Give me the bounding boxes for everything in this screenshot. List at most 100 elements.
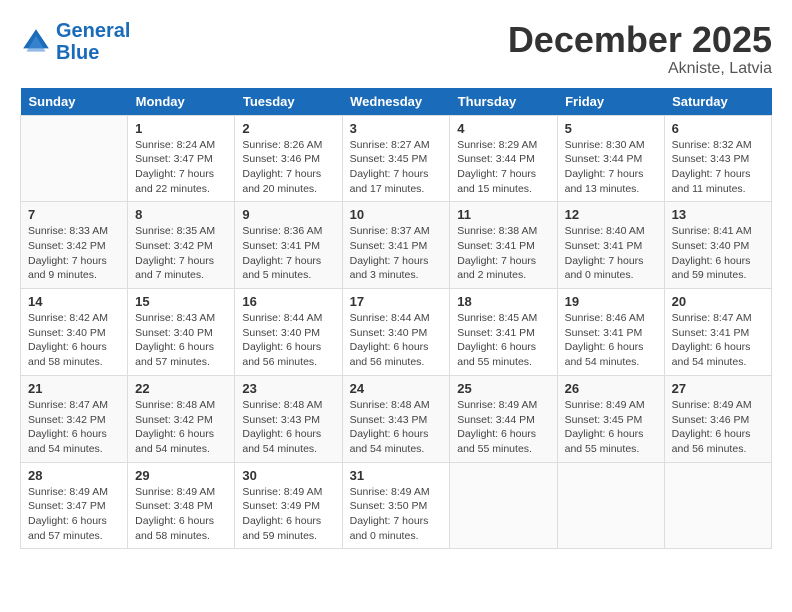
- calendar-cell: 4 Sunrise: 8:29 AMSunset: 3:44 PMDaylight…: [450, 115, 557, 202]
- day-info: Sunrise: 8:43 AMSunset: 3:40 PMDaylight:…: [135, 311, 227, 370]
- day-number: 14: [28, 294, 120, 309]
- day-number: 22: [135, 381, 227, 396]
- week-row-2: 7Sunrise: 8:33 AMSunset: 3:42 PMDaylight…: [21, 202, 772, 289]
- calendar-cell: 27 Sunrise: 8:49 AMSunset: 3:46 PMDayligh…: [664, 375, 771, 462]
- day-number: 16: [242, 294, 334, 309]
- day-info: Sunrise: 8:49 AMSunset: 3:48 PMDaylight:…: [135, 485, 227, 544]
- day-info: Sunrise: 8:29 AMSunset: 3:44 PMDaylight:…: [457, 138, 549, 197]
- day-number: 21: [28, 381, 120, 396]
- day-number: 28: [28, 468, 120, 483]
- day-number: 5: [565, 121, 657, 136]
- calendar-cell: 21 Sunrise: 8:47 AMSunset: 3:42 PMDayligh…: [21, 375, 128, 462]
- day-info: Sunrise: 8:35 AMSunset: 3:42 PMDaylight:…: [135, 224, 227, 283]
- day-info: Sunrise: 8:40 AMSunset: 3:41 PMDaylight:…: [565, 224, 657, 283]
- calendar-cell: 11Sunrise: 8:38 AMSunset: 3:41 PMDayligh…: [450, 202, 557, 289]
- day-info: Sunrise: 8:49 AMSunset: 3:47 PMDaylight:…: [28, 485, 120, 544]
- calendar-cell: 7Sunrise: 8:33 AMSunset: 3:42 PMDaylight…: [21, 202, 128, 289]
- page-header: General Blue December 2025 Akniste, Latv…: [20, 20, 772, 78]
- day-info: Sunrise: 8:27 AMSunset: 3:45 PMDaylight:…: [350, 138, 443, 197]
- day-number: 19: [565, 294, 657, 309]
- day-number: 12: [565, 207, 657, 222]
- calendar-cell: 5Sunrise: 8:30 AMSunset: 3:44 PMDaylight…: [557, 115, 664, 202]
- day-number: 30: [242, 468, 334, 483]
- day-number: 10: [350, 207, 443, 222]
- calendar-cell: 20 Sunrise: 8:47 AMSunset: 3:41 PMDayligh…: [664, 289, 771, 376]
- week-row-3: 14 Sunrise: 8:42 AMSunset: 3:40 PMDayligh…: [21, 289, 772, 376]
- day-info: Sunrise: 8:32 AMSunset: 3:43 PMDaylight:…: [672, 138, 764, 197]
- day-info: Sunrise: 8:48 AMSunset: 3:43 PMDaylight:…: [350, 398, 443, 457]
- calendar-cell: 31Sunrise: 8:49 AMSunset: 3:50 PMDayligh…: [342, 462, 450, 549]
- calendar-cell: [21, 115, 128, 202]
- calendar-cell: 17Sunrise: 8:44 AMSunset: 3:40 PMDayligh…: [342, 289, 450, 376]
- day-number: 4: [457, 121, 549, 136]
- day-info: Sunrise: 8:42 AMSunset: 3:40 PMDaylight:…: [28, 311, 120, 370]
- calendar-cell: [557, 462, 664, 549]
- calendar-cell: 10 Sunrise: 8:37 AMSunset: 3:41 PMDayligh…: [342, 202, 450, 289]
- day-info: Sunrise: 8:44 AMSunset: 3:40 PMDaylight:…: [242, 311, 334, 370]
- calendar-table: SundayMondayTuesdayWednesdayThursdayFrid…: [20, 88, 772, 550]
- day-info: Sunrise: 8:47 AMSunset: 3:42 PMDaylight:…: [28, 398, 120, 457]
- location-subtitle: Akniste, Latvia: [508, 60, 772, 78]
- calendar-cell: 23Sunrise: 8:48 AMSunset: 3:43 PMDayligh…: [235, 375, 342, 462]
- day-info: Sunrise: 8:45 AMSunset: 3:41 PMDaylight:…: [457, 311, 549, 370]
- day-info: Sunrise: 8:46 AMSunset: 3:41 PMDaylight:…: [565, 311, 657, 370]
- calendar-cell: 15 Sunrise: 8:43 AMSunset: 3:40 PMDayligh…: [128, 289, 235, 376]
- logo: General Blue: [20, 20, 130, 64]
- day-info: Sunrise: 8:48 AMSunset: 3:42 PMDaylight:…: [135, 398, 227, 457]
- calendar-cell: 1 Sunrise: 8:24 AMSunset: 3:47 PMDaylight…: [128, 115, 235, 202]
- day-number: 18: [457, 294, 549, 309]
- month-title: December 2025: [508, 20, 772, 60]
- day-info: Sunrise: 8:33 AMSunset: 3:42 PMDaylight:…: [28, 224, 120, 283]
- calendar-cell: 29 Sunrise: 8:49 AMSunset: 3:48 PMDayligh…: [128, 462, 235, 549]
- logo-icon: [20, 26, 52, 58]
- day-number: 9: [242, 207, 334, 222]
- day-number: 1: [135, 121, 227, 136]
- calendar-cell: 28 Sunrise: 8:49 AMSunset: 3:47 PMDayligh…: [21, 462, 128, 549]
- day-number: 20: [672, 294, 764, 309]
- calendar-cell: 24 Sunrise: 8:48 AMSunset: 3:43 PMDayligh…: [342, 375, 450, 462]
- day-info: Sunrise: 8:37 AMSunset: 3:41 PMDaylight:…: [350, 224, 443, 283]
- calendar-cell: 8 Sunrise: 8:35 AMSunset: 3:42 PMDaylight…: [128, 202, 235, 289]
- day-info: Sunrise: 8:49 AMSunset: 3:44 PMDaylight:…: [457, 398, 549, 457]
- column-header-sunday: Sunday: [21, 88, 128, 116]
- day-info: Sunrise: 8:49 AMSunset: 3:49 PMDaylight:…: [242, 485, 334, 544]
- week-row-4: 21 Sunrise: 8:47 AMSunset: 3:42 PMDayligh…: [21, 375, 772, 462]
- day-info: Sunrise: 8:47 AMSunset: 3:41 PMDaylight:…: [672, 311, 764, 370]
- calendar-cell: 13Sunrise: 8:41 AMSunset: 3:40 PMDayligh…: [664, 202, 771, 289]
- calendar-cell: 30 Sunrise: 8:49 AMSunset: 3:49 PMDayligh…: [235, 462, 342, 549]
- day-number: 8: [135, 207, 227, 222]
- calendar-cell: [450, 462, 557, 549]
- day-info: Sunrise: 8:49 AMSunset: 3:50 PMDaylight:…: [350, 485, 443, 544]
- column-header-monday: Monday: [128, 88, 235, 116]
- day-info: Sunrise: 8:49 AMSunset: 3:45 PMDaylight:…: [565, 398, 657, 457]
- day-info: Sunrise: 8:44 AMSunset: 3:40 PMDaylight:…: [350, 311, 443, 370]
- day-number: 15: [135, 294, 227, 309]
- calendar-cell: [664, 462, 771, 549]
- day-info: Sunrise: 8:49 AMSunset: 3:46 PMDaylight:…: [672, 398, 764, 457]
- week-row-1: 1 Sunrise: 8:24 AMSunset: 3:47 PMDaylight…: [21, 115, 772, 202]
- column-header-wednesday: Wednesday: [342, 88, 450, 116]
- day-number: 29: [135, 468, 227, 483]
- column-header-thursday: Thursday: [450, 88, 557, 116]
- calendar-cell: 3 Sunrise: 8:27 AMSunset: 3:45 PMDaylight…: [342, 115, 450, 202]
- day-number: 3: [350, 121, 443, 136]
- calendar-cell: 25 Sunrise: 8:49 AMSunset: 3:44 PMDayligh…: [450, 375, 557, 462]
- column-header-tuesday: Tuesday: [235, 88, 342, 116]
- day-info: Sunrise: 8:36 AMSunset: 3:41 PMDaylight:…: [242, 224, 334, 283]
- day-number: 25: [457, 381, 549, 396]
- day-number: 11: [457, 207, 549, 222]
- column-header-friday: Friday: [557, 88, 664, 116]
- calendar-cell: 12 Sunrise: 8:40 AMSunset: 3:41 PMDayligh…: [557, 202, 664, 289]
- calendar-cell: 6Sunrise: 8:32 AMSunset: 3:43 PMDaylight…: [664, 115, 771, 202]
- day-number: 26: [565, 381, 657, 396]
- calendar-cell: 9 Sunrise: 8:36 AMSunset: 3:41 PMDaylight…: [235, 202, 342, 289]
- calendar-cell: 22 Sunrise: 8:48 AMSunset: 3:42 PMDayligh…: [128, 375, 235, 462]
- day-info: Sunrise: 8:24 AMSunset: 3:47 PMDaylight:…: [135, 138, 227, 197]
- day-info: Sunrise: 8:41 AMSunset: 3:40 PMDaylight:…: [672, 224, 764, 283]
- title-block: December 2025 Akniste, Latvia: [508, 20, 772, 78]
- calendar-cell: 19 Sunrise: 8:46 AMSunset: 3:41 PMDayligh…: [557, 289, 664, 376]
- day-number: 23: [242, 381, 334, 396]
- day-number: 24: [350, 381, 443, 396]
- day-info: Sunrise: 8:26 AMSunset: 3:46 PMDaylight:…: [242, 138, 334, 197]
- day-number: 27: [672, 381, 764, 396]
